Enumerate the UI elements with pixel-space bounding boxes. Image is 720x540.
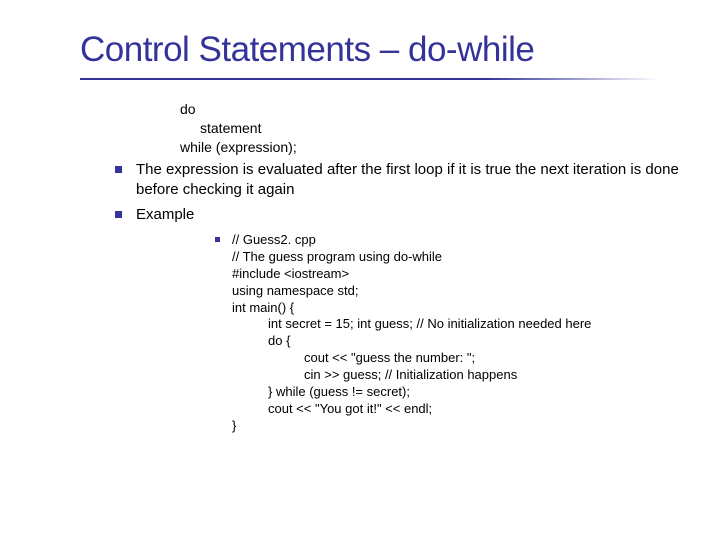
code-line: int main() { [232,300,591,317]
code-line: int secret = 15; int guess; // No initia… [268,316,591,333]
code-line: do { [268,333,591,350]
bullet-text: Example [136,205,194,225]
bullet-item: Example [115,205,695,225]
bullet-icon [115,211,122,218]
code-line: // The guess program using do-while [232,249,591,266]
code-line: } [232,418,591,435]
syntax-block: do statement while (expression); [180,100,297,157]
syntax-line: do [180,100,297,119]
code-line: // Guess2. cpp [232,232,591,249]
code-line: using namespace std; [232,283,591,300]
slide-title: Control Statements – do-while [80,30,534,70]
bullet-item: The expression is evaluated after the fi… [115,160,695,201]
code-line: #include <iostream> [232,266,591,283]
title-underline [80,78,660,80]
bullet-text: The expression is evaluated after the fi… [136,160,695,201]
slide: Control Statements – do-while do stateme… [0,0,720,540]
code-block: // Guess2. cpp // The guess program usin… [215,232,591,435]
bullet-icon [115,166,122,173]
bullet-icon [215,237,220,242]
syntax-line: while (expression); [180,138,297,157]
code-line: cout << "guess the number: "; [304,350,591,367]
code-lines: // Guess2. cpp // The guess program usin… [232,232,591,435]
code-line: } while (guess != secret); [268,384,591,401]
code-line: cin >> guess; // Initialization happens [304,367,591,384]
code-line: cout << "You got it!" << endl; [268,401,591,418]
syntax-line: statement [200,119,297,138]
bullet-list: The expression is evaluated after the fi… [115,160,695,225]
